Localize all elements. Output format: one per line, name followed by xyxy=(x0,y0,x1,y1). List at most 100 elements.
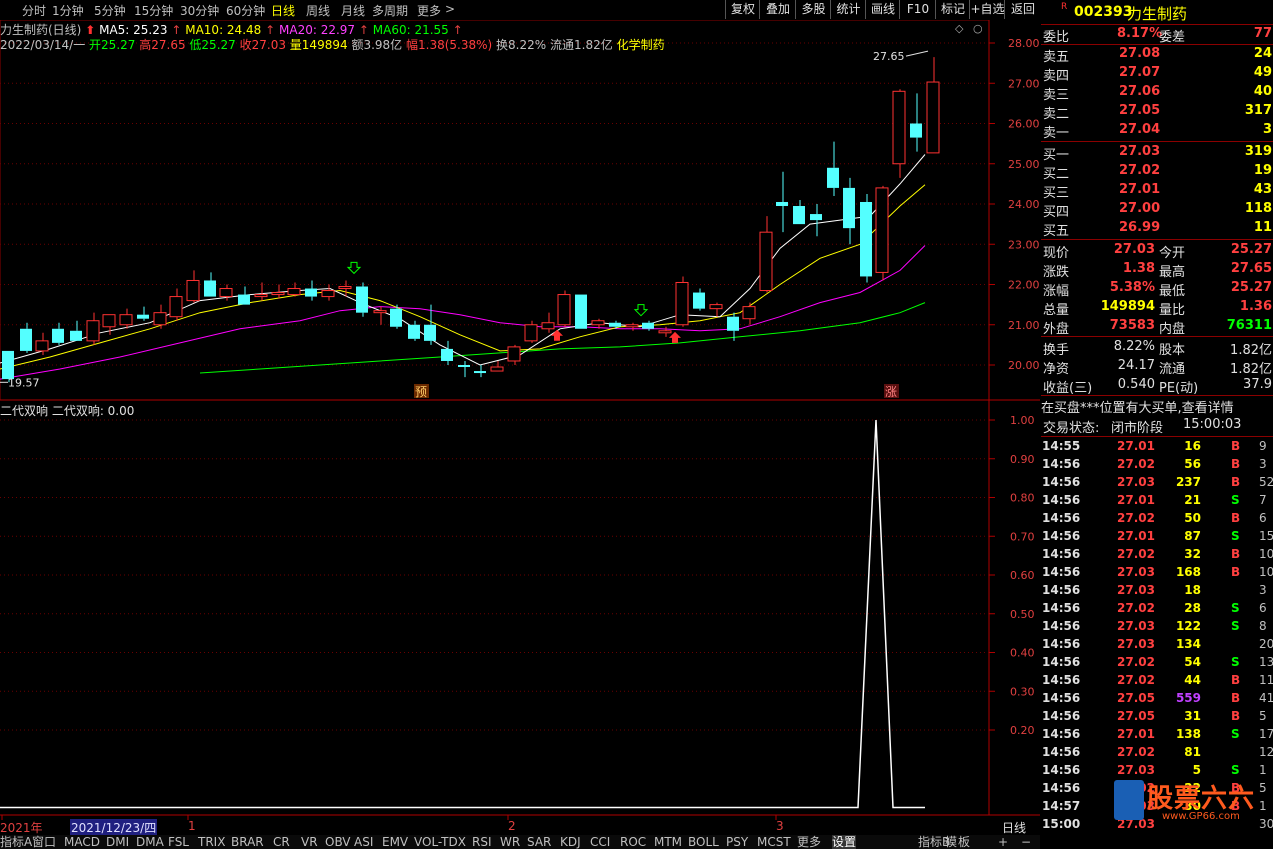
period-tab[interactable]: 1分钟 xyxy=(52,2,84,19)
cursor-date: 2021/12/23/四 xyxy=(70,819,158,836)
indicator-tab[interactable]: + xyxy=(998,835,1008,849)
ask-row[interactable]: 卖二 27.05 317 xyxy=(1041,102,1273,122)
period-tab[interactable]: 60分钟 xyxy=(226,2,265,19)
period-tab[interactable]: 5分钟 xyxy=(94,2,126,19)
toolbar-button[interactable]: 标记 xyxy=(935,0,970,19)
indicator-tab[interactable]: OBV xyxy=(325,835,351,849)
level-label: 买三 xyxy=(1043,186,1070,201)
toolbar-button[interactable]: 画线 xyxy=(865,0,900,19)
toolbar-button[interactable]: +自选 xyxy=(969,0,1005,19)
chart-area[interactable]: 28.0027.0026.0025.0024.0023.0022.0021.00… xyxy=(0,20,1040,835)
toolbar-button[interactable]: 叠加 xyxy=(759,0,796,19)
price-tick-label: 21.00 xyxy=(1008,319,1040,332)
indicator-tab[interactable]: 更多 xyxy=(797,835,821,849)
tick-row: 14:56 27.02 81 12 xyxy=(1041,744,1273,762)
tick-direction: S xyxy=(1231,727,1240,741)
indicator-tab[interactable]: PSY xyxy=(726,835,748,849)
period-label[interactable]: 日线 xyxy=(1002,819,1026,836)
toolbar-button[interactable]: F10 xyxy=(899,0,936,19)
ask-row[interactable]: 卖五 27.08 24 xyxy=(1041,45,1273,65)
notice-divider xyxy=(1041,395,1273,396)
period-tab[interactable]: 分时 xyxy=(22,2,46,19)
bid-row[interactable]: 买三 27.01 43 xyxy=(1041,181,1273,201)
stat-value: 1.82亿 xyxy=(1230,362,1272,377)
level-price: 27.07 xyxy=(1119,65,1161,80)
indicator-tab[interactable]: WR xyxy=(500,835,520,849)
bid-row[interactable]: 买四 27.00 118 xyxy=(1041,200,1273,220)
indicator-tab[interactable]: 模 xyxy=(945,835,957,849)
indicator-tab[interactable]: VR xyxy=(301,835,318,849)
ask-row[interactable]: 卖三 27.06 40 xyxy=(1041,83,1273,103)
bid-row[interactable]: 买二 27.02 19 xyxy=(1041,162,1273,182)
period-tab[interactable]: 周线 xyxy=(306,2,330,19)
indicator-tab[interactable]: 设置 xyxy=(832,835,857,849)
stat-value: 1.82亿 xyxy=(1230,343,1272,358)
toolbar-button[interactable]: 统计 xyxy=(830,0,866,19)
indicator-tab[interactable]: ROC xyxy=(620,835,646,849)
indicator-tab[interactable]: RSI xyxy=(472,835,492,849)
indicator-tab[interactable]: MACD xyxy=(64,835,100,849)
indicator-tab[interactable]: 板 xyxy=(958,835,970,849)
diamond-icon[interactable]: ◇ xyxy=(955,22,963,35)
ask-row[interactable]: 卖四 27.07 49 xyxy=(1041,64,1273,84)
tick-price: 27.03 xyxy=(1117,763,1155,777)
toolbar-button[interactable]: 返回 xyxy=(1004,0,1041,19)
stats2-divider xyxy=(1041,336,1273,337)
period-tab[interactable]: 月线 xyxy=(341,2,365,19)
ask-row[interactable]: 卖一 27.04 3 xyxy=(1041,121,1273,141)
toolbar-button[interactable]: 多股 xyxy=(795,0,831,19)
tick-count: 5 xyxy=(1259,709,1267,723)
indicator-tab[interactable]: BOLL xyxy=(688,835,719,849)
tick-price: 27.02 xyxy=(1117,511,1155,525)
period-tab[interactable]: 更多 xyxy=(417,2,441,19)
indicator-tab[interactable]: VOL-TDX xyxy=(414,835,466,849)
indicator-tab[interactable]: 指标A xyxy=(0,835,32,849)
tick-time: 14:56 xyxy=(1042,709,1081,723)
indicator-tab[interactable]: FSL xyxy=(168,835,189,849)
tick-direction: B xyxy=(1231,457,1241,471)
indicator-tab[interactable]: BRAR xyxy=(231,835,264,849)
bid-row[interactable]: 买一 27.03 319 xyxy=(1041,143,1273,163)
indicator-tab[interactable]: DMA xyxy=(136,835,164,849)
indicator-tab[interactable]: MTM xyxy=(654,835,682,849)
stat-row: 现价 27.03 今开 25.27 xyxy=(1041,241,1273,261)
indicator-tab[interactable]: EMV xyxy=(382,835,408,849)
indicator-tab[interactable]: CCI xyxy=(590,835,610,849)
level-volume: 49 xyxy=(1253,65,1272,80)
bid-row[interactable]: 买五 26.99 11 xyxy=(1041,219,1273,239)
candle-body xyxy=(441,348,453,361)
indicator-tab[interactable]: KDJ xyxy=(560,835,581,849)
stock-code: 002393 xyxy=(1074,4,1133,20)
big-order-notice[interactable]: 在买盘***位置有大买单,查看详情 xyxy=(1041,397,1273,416)
indicator-tab[interactable]: MCST xyxy=(757,835,791,849)
period-tab[interactable]: 日线 xyxy=(271,2,295,19)
indicator-tab[interactable]: TRIX xyxy=(198,835,225,849)
tick-row: 14:56 27.02 44 B 11 xyxy=(1041,672,1273,690)
tick-volume: 559 xyxy=(1175,691,1201,705)
circle-icon[interactable]: ○ xyxy=(973,22,983,35)
period-tab[interactable]: 15分钟 xyxy=(134,2,173,19)
indicator-tab[interactable]: 窗口 xyxy=(32,835,56,849)
stat-row: 净资 24.17 流通 1.82亿 xyxy=(1041,357,1273,377)
tick-time: 14:56 xyxy=(1042,583,1081,597)
indicator-tab[interactable]: ASI xyxy=(354,835,373,849)
indicator-tab[interactable]: SAR xyxy=(527,835,551,849)
price-tick-label: 26.00 xyxy=(1008,118,1040,131)
indicator-tab[interactable]: CR xyxy=(273,835,290,849)
tick-volume: 28 xyxy=(1184,601,1201,615)
tick-direction: S xyxy=(1231,601,1240,615)
indicator-tick-label: 0.70 xyxy=(1010,530,1035,543)
level-label: 买二 xyxy=(1043,167,1070,182)
candle-body xyxy=(254,294,268,298)
stat-value: 73583 xyxy=(1109,318,1155,333)
toolbar-button[interactable]: 复权 xyxy=(725,0,760,19)
period-tab[interactable]: 多周期 xyxy=(372,2,408,19)
period-tab[interactable]: 30分钟 xyxy=(180,2,219,19)
candle-body xyxy=(875,187,889,273)
price-tick-label: 24.00 xyxy=(1008,198,1040,211)
ohlc-sector[interactable]: 化学制药 xyxy=(617,38,665,52)
chevron-right-icon[interactable]: > xyxy=(445,2,455,16)
indicator-tab[interactable]: DMI xyxy=(106,835,129,849)
indicator-tab[interactable]: − xyxy=(1021,835,1031,849)
stat-value: 24.17 xyxy=(1117,358,1155,373)
